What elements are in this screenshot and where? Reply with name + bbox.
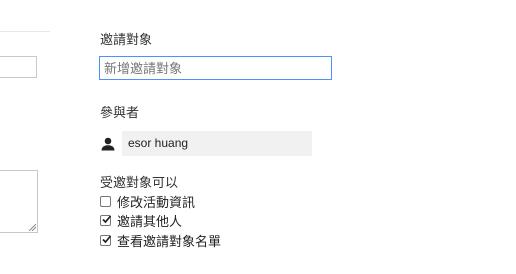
participants-heading: 參與者	[100, 105, 140, 120]
see-guest-list-checkbox[interactable]	[100, 234, 112, 246]
permission-label: 查看邀請對象名單	[117, 233, 222, 249]
permission-label: 邀請其他人	[117, 213, 183, 229]
permission-label: 修改活動資訊	[117, 194, 196, 210]
description-textarea[interactable]	[0, 170, 38, 233]
event-guest-settings: 邀請對象 參與者 esor huang 受邀對象可以 修改活動資訊 邀請其他人	[0, 0, 516, 274]
checkmark-icon	[102, 214, 112, 223]
permission-see-guest-list[interactable]: 查看邀請對象名單	[100, 231, 221, 249]
left-text-field[interactable]	[0, 56, 37, 78]
permission-invite-others[interactable]: 邀請其他人	[100, 211, 182, 229]
resize-grip-icon[interactable]	[29, 224, 36, 231]
invite-others-checkbox[interactable]	[100, 214, 112, 226]
divider	[0, 31, 50, 32]
add-guest-input[interactable]	[99, 56, 332, 80]
permission-modify-event[interactable]: 修改活動資訊	[100, 192, 195, 210]
permissions-heading: 受邀對象可以	[100, 175, 179, 190]
participant-row[interactable]: esor huang	[100, 131, 312, 156]
modify-event-checkbox[interactable]	[100, 195, 111, 207]
participant-name: esor huang	[122, 131, 312, 156]
guests-heading: 邀請對象	[100, 32, 153, 47]
checkmark-icon	[102, 234, 112, 243]
person-icon	[100, 136, 116, 152]
